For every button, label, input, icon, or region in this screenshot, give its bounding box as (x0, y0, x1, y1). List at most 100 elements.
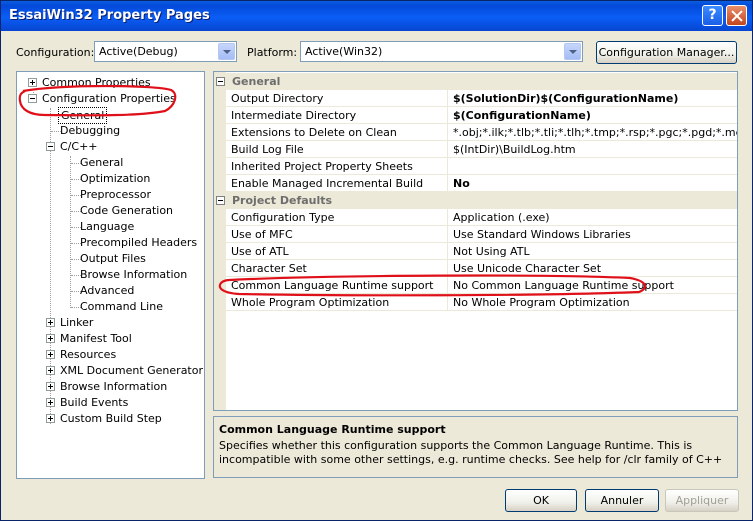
tree-item-cpp-optimization[interactable]: Optimization (17, 171, 202, 187)
collapse-minus-icon[interactable] (216, 77, 225, 86)
expand-plus-icon[interactable] (28, 78, 37, 87)
tree-item-label: General (80, 156, 124, 169)
tree-item-cpp-command-line[interactable]: Command Line (17, 299, 202, 315)
property-row-managed-incremental-build[interactable]: Enable Managed Incremental Build No (226, 175, 737, 192)
property-name: Extensions to Delete on Clean (231, 126, 397, 139)
ok-button[interactable]: OK (505, 489, 577, 512)
property-name: Configuration Type (231, 211, 335, 224)
platform-label: Platform: (247, 46, 298, 59)
tree-item-cpp-advanced[interactable]: Advanced (17, 283, 202, 299)
column-divider (447, 294, 448, 311)
help-button[interactable]: ? (702, 5, 723, 26)
collapse-minus-icon[interactable] (28, 94, 37, 103)
tree-item-label: Output Files (80, 252, 146, 265)
property-value[interactable]: Application (.exe) (453, 211, 550, 224)
tree-item-label: Build Events (60, 396, 129, 409)
configuration-label: Configuration: (16, 46, 95, 59)
tree-item-cpp-code-generation[interactable]: Code Generation (17, 203, 202, 219)
collapse-minus-icon[interactable] (46, 142, 55, 151)
property-row-use-of-atl[interactable]: Use of ATL Not Using ATL (226, 243, 737, 260)
property-value[interactable]: No Common Language Runtime support (453, 279, 674, 292)
tree-item-linker[interactable]: Linker (17, 315, 202, 331)
column-divider (447, 277, 448, 294)
category-tree[interactable]: Common Properties Configuration Properti… (16, 71, 205, 479)
tree-item-configuration-properties[interactable]: Configuration Properties (17, 91, 202, 107)
chevron-down-icon[interactable] (218, 43, 235, 60)
property-value[interactable]: Use Standard Windows Libraries (453, 228, 631, 241)
apply-button[interactable]: Appliquer (665, 489, 739, 512)
title-bar[interactable]: EssaiWin32 Property Pages ? (1, 1, 752, 31)
tree-item-cpp-language[interactable]: Language (17, 219, 202, 235)
property-value[interactable]: Not Using ATL (453, 245, 530, 258)
property-name: Use of ATL (231, 245, 289, 258)
category-general[interactable]: General (214, 73, 737, 90)
property-row-output-directory[interactable]: Output Directory $(SolutionDir)$(Configu… (226, 90, 737, 107)
description-title: Common Language Runtime support (219, 423, 446, 436)
property-row-intermediate-directory[interactable]: Intermediate Directory $(ConfigurationNa… (226, 107, 737, 124)
tree-item-cpp[interactable]: C/C++ (17, 139, 202, 155)
tree-item-cpp-preprocessor[interactable]: Preprocessor (17, 187, 202, 203)
close-button[interactable] (726, 5, 747, 26)
expand-plus-icon[interactable] (46, 382, 55, 391)
tree-item-browse-information[interactable]: Browse Information (17, 379, 202, 395)
property-name: Use of MFC (231, 228, 293, 241)
property-value[interactable]: *.obj;*.ilk;*.tlb;*.tli;*.tlh;*.tmp;*.rs… (453, 126, 737, 139)
property-value[interactable]: $(ConfigurationName) (453, 109, 591, 122)
column-divider (447, 226, 448, 243)
property-row-whole-program-optimization[interactable]: Whole Program Optimization No Whole Prog… (226, 294, 737, 311)
window-title: EssaiWin32 Property Pages (9, 8, 210, 23)
category-project-defaults[interactable]: Project Defaults (214, 192, 737, 209)
configuration-manager-button[interactable]: Configuration Manager... (596, 41, 737, 64)
tree-item-build-events[interactable]: Build Events (17, 395, 202, 411)
tree-item-resources[interactable]: Resources (17, 347, 202, 363)
configuration-combo[interactable]: Active(Debug) (94, 41, 237, 62)
property-name: Intermediate Directory (231, 109, 357, 122)
property-row-clr-support[interactable]: Common Language Runtime support No Commo… (226, 277, 737, 294)
tree-item-label: C/C++ (60, 140, 98, 153)
platform-combo[interactable]: Active(Win32) (300, 41, 583, 62)
property-grid[interactable]: General Output Directory $(SolutionDir)$… (213, 71, 738, 411)
property-name: Output Directory (231, 92, 324, 105)
property-value[interactable]: $(SolutionDir)$(ConfigurationName) (453, 92, 678, 105)
property-name: Enable Managed Incremental Build (231, 177, 424, 190)
expand-plus-icon[interactable] (46, 318, 55, 327)
description-text: Specifies whether this configuration sup… (219, 439, 723, 469)
tree-item-cpp-browse-information[interactable]: Browse Information (17, 267, 202, 283)
tree-item-cpp-general[interactable]: General (17, 155, 202, 171)
tree-item-xml-document-generator[interactable]: XML Document Generator (17, 363, 203, 379)
tree-item-label: Linker (60, 316, 94, 329)
category-label: Project Defaults (232, 194, 333, 207)
collapse-minus-icon[interactable] (216, 196, 225, 205)
property-value[interactable]: No Whole Program Optimization (453, 296, 630, 309)
tree-item-debugging[interactable]: Debugging (17, 123, 202, 139)
column-divider (447, 260, 448, 277)
column-divider (447, 141, 448, 158)
expand-plus-icon[interactable] (46, 414, 55, 423)
tree-item-label: Optimization (80, 172, 151, 185)
expand-plus-icon[interactable] (46, 350, 55, 359)
property-value[interactable]: $(IntDir)\BuildLog.htm (453, 143, 576, 156)
property-row-character-set[interactable]: Character Set Use Unicode Character Set (226, 260, 737, 277)
expand-plus-icon[interactable] (46, 334, 55, 343)
tree-item-custom-build-step[interactable]: Custom Build Step (17, 411, 202, 427)
property-row-extensions-to-delete[interactable]: Extensions to Delete on Clean *.obj;*.il… (226, 124, 737, 141)
property-row-inherited-property-sheets[interactable]: Inherited Project Property Sheets (226, 158, 737, 175)
configuration-value: Active(Debug) (99, 45, 178, 58)
tree-item-cpp-output-files[interactable]: Output Files (17, 251, 202, 267)
expand-plus-icon[interactable] (46, 398, 55, 407)
tree-item-label: General (58, 107, 108, 124)
chevron-down-icon[interactable] (564, 43, 581, 60)
tree-item-general[interactable]: General (17, 107, 202, 124)
expand-plus-icon[interactable] (46, 366, 55, 375)
property-value[interactable]: Use Unicode Character Set (453, 262, 601, 275)
tree-item-label: Configuration Properties (42, 92, 176, 105)
tree-item-cpp-precompiled-headers[interactable]: Precompiled Headers (17, 235, 202, 251)
property-value[interactable]: No (453, 177, 470, 190)
property-row-build-log-file[interactable]: Build Log File $(IntDir)\BuildLog.htm (226, 141, 737, 158)
property-row-configuration-type[interactable]: Configuration Type Application (.exe) (226, 209, 737, 226)
cancel-button[interactable]: Annuler (585, 489, 659, 512)
tree-item-common-properties[interactable]: Common Properties (17, 75, 202, 91)
property-row-use-of-mfc[interactable]: Use of MFC Use Standard Windows Librarie… (226, 226, 737, 243)
tree-item-label: Language (80, 220, 135, 233)
tree-item-manifest-tool[interactable]: Manifest Tool (17, 331, 202, 347)
